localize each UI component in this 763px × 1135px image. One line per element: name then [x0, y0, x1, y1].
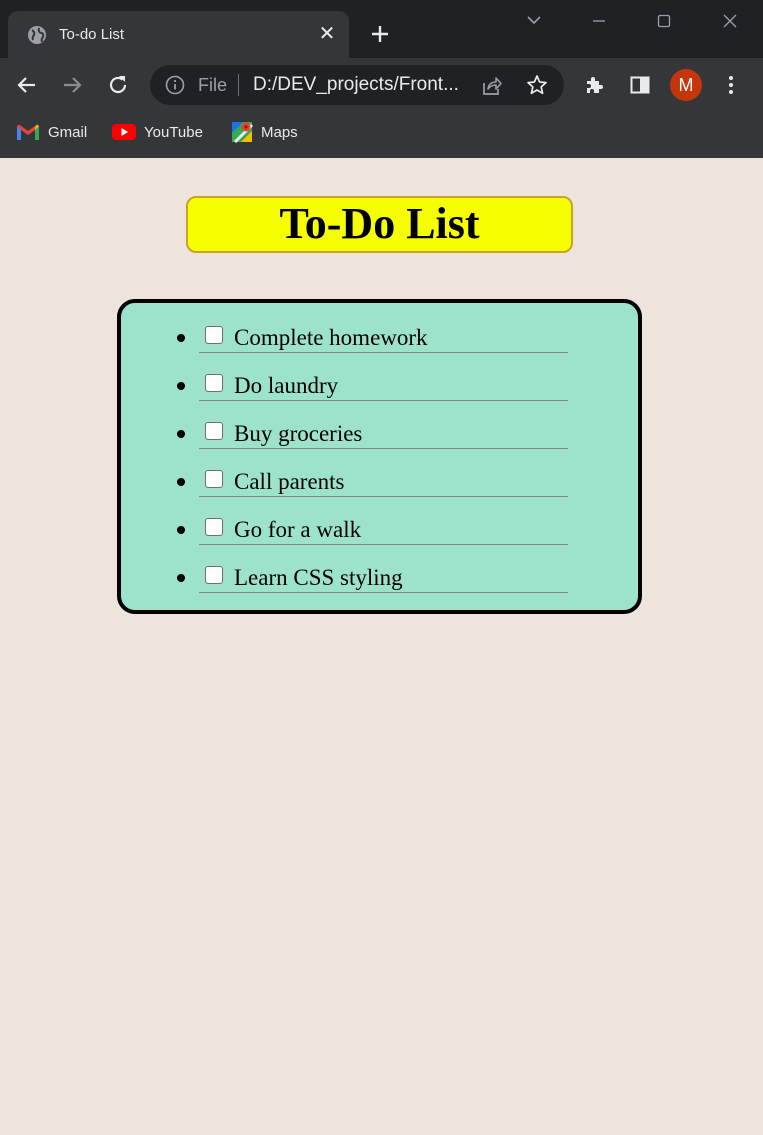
todo-checkbox[interactable] — [205, 470, 223, 488]
todo-list-container: Complete homework Do laundry Buy groceri… — [117, 299, 642, 614]
info-icon[interactable] — [164, 74, 186, 96]
bookmark-label: Maps — [261, 123, 298, 141]
minimize-icon — [593, 20, 605, 22]
tab-title: To-do List — [59, 26, 125, 43]
todo-item-label: Do laundry — [234, 373, 339, 398]
side-panel-button[interactable] — [623, 68, 657, 102]
maximize-button[interactable] — [644, 8, 684, 34]
youtube-icon — [112, 124, 136, 140]
bullet-icon — [177, 430, 185, 438]
forward-button[interactable] — [55, 68, 89, 102]
tab-active[interactable]: To-do List ✕ — [8, 11, 349, 58]
arrow-left-icon — [17, 77, 35, 93]
omnibox-separator — [238, 74, 239, 96]
todo-checkbox[interactable] — [205, 518, 223, 536]
bookmark-label: YouTube — [144, 123, 203, 141]
bullet-icon — [177, 478, 185, 486]
extensions-button[interactable] — [578, 68, 612, 102]
page-title: To-Do List — [279, 199, 480, 248]
maximize-icon — [657, 14, 671, 28]
todo-item: Learn CSS styling — [177, 559, 568, 593]
chevron-down-icon — [527, 16, 541, 25]
arrow-right-icon — [64, 77, 82, 93]
globe-icon — [28, 26, 46, 44]
todo-checkbox[interactable] — [205, 374, 223, 392]
todo-checkbox[interactable] — [205, 326, 223, 344]
side-panel-icon — [630, 76, 650, 94]
reload-icon — [109, 76, 127, 94]
bookmark-label: Gmail — [48, 123, 88, 141]
todo-item-label: Call parents — [234, 469, 345, 494]
maps-icon — [232, 122, 253, 143]
star-icon[interactable] — [525, 73, 549, 97]
reload-button[interactable] — [101, 68, 135, 102]
close-window-button[interactable] — [710, 8, 750, 34]
page-title-box: To-Do List — [186, 196, 573, 253]
browser-chrome: To-do List ✕ File D:/DEV_projects/Front.… — [0, 0, 763, 158]
gmail-icon — [17, 124, 39, 140]
url-scheme-label: File — [198, 75, 228, 95]
todo-item-label: Buy groceries — [234, 421, 363, 446]
address-bar[interactable]: File D:/DEV_projects/Front... — [150, 65, 564, 105]
todo-item-label: Complete homework — [234, 325, 428, 350]
profile-avatar[interactable]: M — [670, 69, 702, 101]
todo-item: Call parents — [177, 463, 568, 497]
minimize-button[interactable] — [579, 8, 619, 34]
tab-search-button[interactable] — [514, 8, 554, 34]
page-viewport: To-Do List Complete homework Do laundry … — [0, 158, 763, 1135]
new-tab-button[interactable] — [366, 20, 394, 48]
todo-item-label: Go for a walk — [234, 517, 362, 542]
bullet-icon — [177, 334, 185, 342]
tab-close-button[interactable]: ✕ — [316, 23, 338, 45]
close-icon — [723, 14, 737, 28]
todo-checkbox[interactable] — [205, 422, 223, 440]
todo-item: Go for a walk — [177, 511, 568, 545]
todo-item: Buy groceries — [177, 415, 568, 449]
tab-strip: To-do List ✕ — [0, 0, 763, 58]
bullet-icon — [177, 382, 185, 390]
bullet-icon — [177, 574, 185, 582]
todo-checkbox[interactable] — [205, 566, 223, 584]
todo-item: Complete homework — [177, 319, 568, 353]
todo-item: Do laundry — [177, 367, 568, 401]
back-button[interactable] — [10, 68, 44, 102]
puzzle-icon — [587, 77, 603, 93]
bookmark-gmail[interactable]: Gmail — [16, 118, 87, 146]
menu-button[interactable] — [714, 68, 748, 102]
bookmark-maps[interactable]: Maps — [231, 118, 298, 146]
bullet-icon — [177, 526, 185, 534]
share-icon[interactable] — [480, 74, 504, 98]
bookmark-youtube[interactable]: YouTube — [112, 118, 203, 146]
url-text[interactable]: D:/DEV_projects/Front... — [253, 74, 459, 96]
kebab-menu-icon — [729, 76, 733, 94]
todo-item-label: Learn CSS styling — [234, 565, 403, 590]
